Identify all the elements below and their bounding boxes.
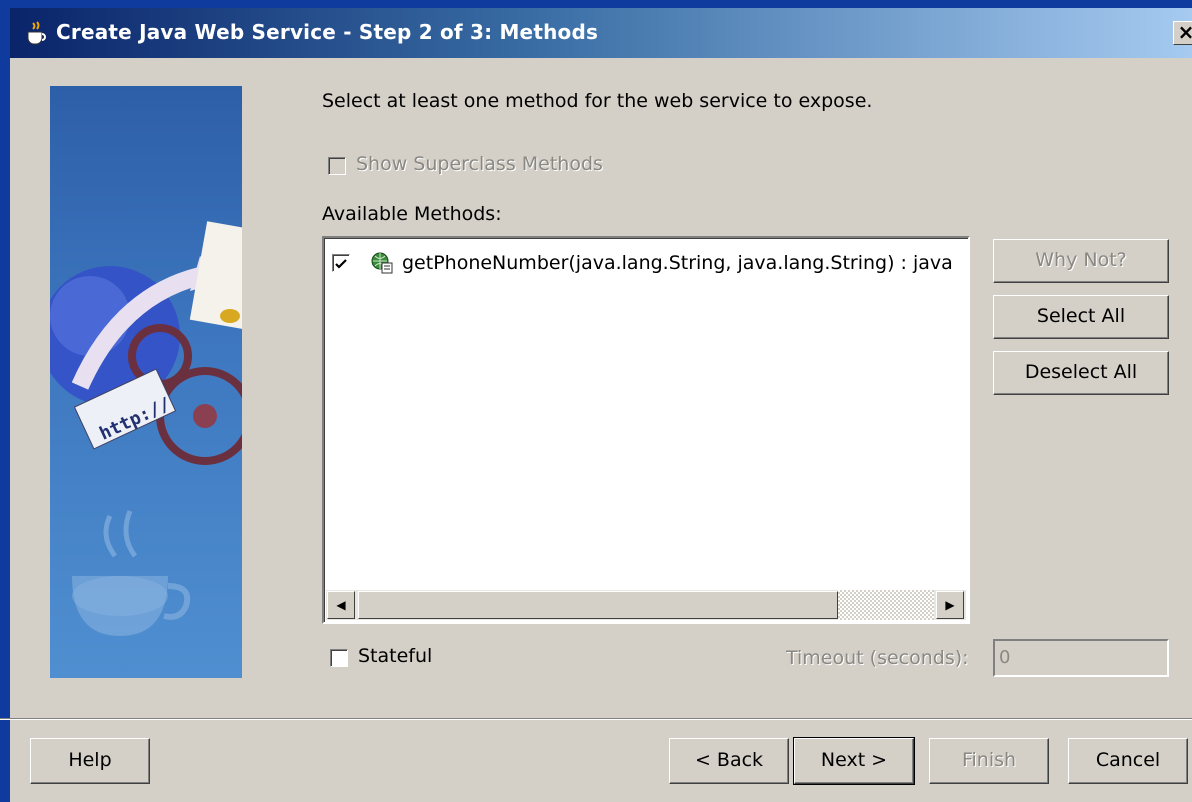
wizard-illustration: http:// <box>50 86 242 678</box>
stateful-label: Stateful <box>358 645 433 667</box>
scroll-right-button[interactable]: ▶ <box>936 591 964 619</box>
scroll-track[interactable] <box>838 590 934 620</box>
methods-list[interactable]: getPhoneNumber(java.lang.String, java.la… <box>322 236 970 624</box>
show-superclass-label: Show Superclass Methods <box>356 153 603 175</box>
arrow-left-icon: ◀ <box>336 598 346 612</box>
list-item[interactable]: getPhoneNumber(java.lang.String, java.la… <box>332 250 962 276</box>
close-icon: × <box>1177 20 1192 44</box>
available-methods-label: Available Methods: <box>322 203 502 225</box>
timeout-input[interactable]: 0 <box>993 639 1169 677</box>
method-checkbox[interactable] <box>332 254 350 272</box>
horizontal-scrollbar[interactable]: ◀ ▶ <box>326 590 966 620</box>
stateful-checkbox[interactable] <box>330 649 348 667</box>
method-signature: getPhoneNumber(java.lang.String, java.la… <box>402 252 953 274</box>
show-superclass-checkbox[interactable] <box>328 157 346 175</box>
finish-button[interactable]: Finish <box>929 738 1049 784</box>
dialog-window: Create Java Web Service - Step 2 of 3: M… <box>0 0 1192 802</box>
timeout-label: Timeout (seconds): <box>786 647 969 669</box>
why-not-button[interactable]: Why Not? <box>993 239 1169 283</box>
web-service-graphic-icon: http:// <box>50 221 242 636</box>
cancel-button[interactable]: Cancel <box>1068 738 1188 784</box>
select-all-button[interactable]: Select All <box>993 295 1169 339</box>
title-bar[interactable]: Create Java Web Service - Step 2 of 3: M… <box>10 8 1192 58</box>
deselect-all-button[interactable]: Deselect All <box>993 351 1169 395</box>
close-button[interactable]: × <box>1173 21 1192 45</box>
checkmark-icon <box>335 259 347 269</box>
next-button[interactable]: Next > <box>793 737 915 785</box>
arrow-right-icon: ▶ <box>945 598 955 612</box>
window-title: Create Java Web Service - Step 2 of 3: M… <box>56 20 599 44</box>
scroll-left-button[interactable]: ◀ <box>327 591 355 619</box>
back-button[interactable]: < Back <box>669 738 789 784</box>
footer-separator <box>0 718 1192 720</box>
desktop-edge-left <box>0 0 10 802</box>
instruction-text: Select at least one method for the web s… <box>322 90 873 112</box>
scroll-thumb[interactable] <box>358 591 838 619</box>
web-method-icon <box>371 252 393 274</box>
help-button[interactable]: Help <box>30 738 150 784</box>
desktop-edge-top <box>0 0 1192 8</box>
java-cup-icon <box>27 21 46 45</box>
